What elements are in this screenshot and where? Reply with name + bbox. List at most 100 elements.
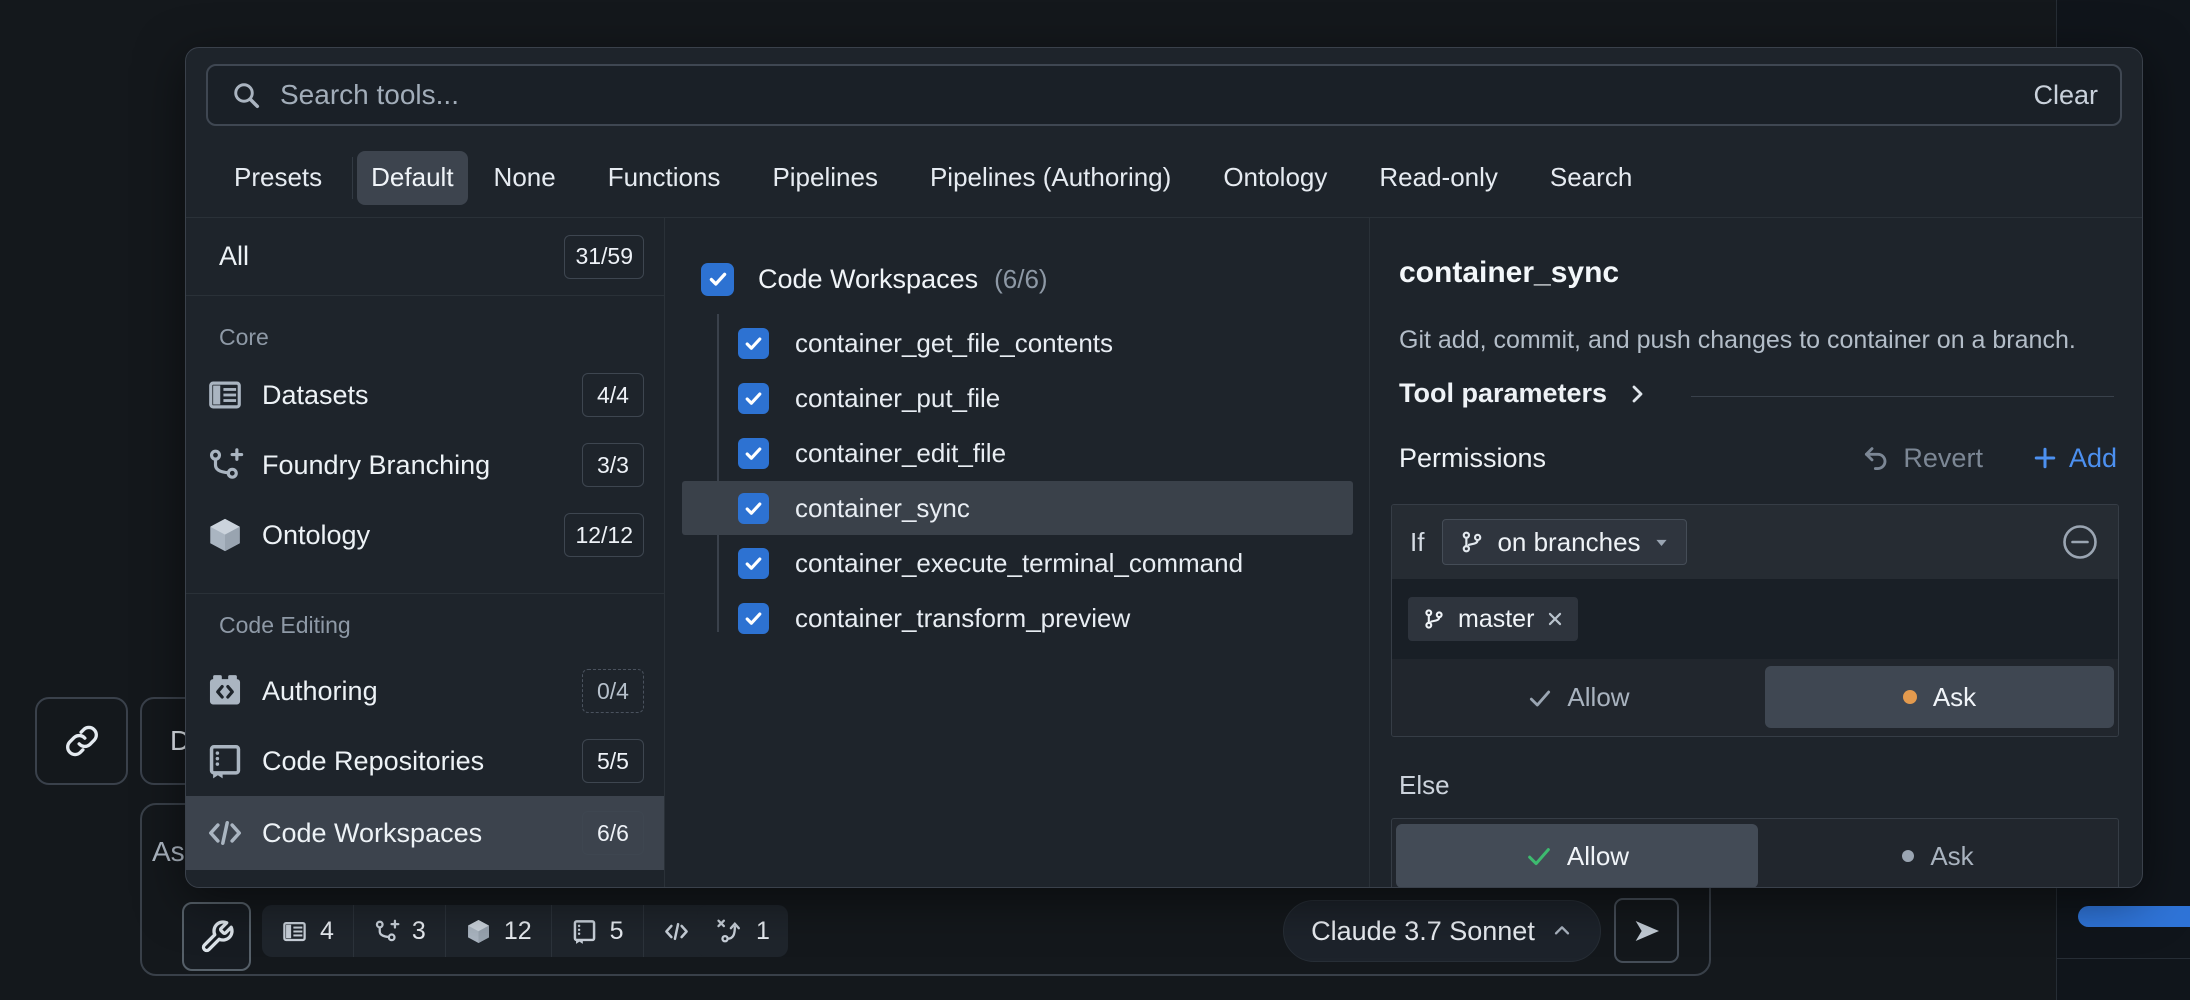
sidebar-item-code-workspaces[interactable]: Code Workspaces 6/6: [186, 796, 664, 870]
add-permission-button[interactable]: Add: [2031, 443, 2117, 474]
tab-search[interactable]: Search: [1524, 162, 1658, 193]
count-badge: 4/4: [582, 373, 644, 417]
tool-row[interactable]: container_execute_terminal_command: [682, 536, 1353, 590]
sidebar-item-foundry-branching[interactable]: Foundry Branching 3/3: [186, 430, 664, 500]
check-icon: [743, 553, 764, 574]
route-count-pill[interactable]: 1: [697, 905, 788, 957]
search-icon: [230, 79, 262, 111]
datasets-count[interactable]: 4: [262, 905, 353, 957]
chevron-up-icon: [1551, 920, 1573, 942]
ask-option[interactable]: Ask: [1758, 824, 2118, 888]
sidebar-item-code-repositories[interactable]: Code Repositories 5/5: [186, 726, 664, 796]
checkbox[interactable]: [738, 603, 769, 634]
ask-dot-icon: [1902, 850, 1914, 862]
branch-chips-row: master: [1392, 579, 2118, 659]
ask-option-selected[interactable]: Ask: [1765, 666, 2114, 728]
check-icon: [743, 388, 764, 409]
rule-condition-row: If on branches: [1392, 505, 2118, 579]
search-box[interactable]: Clear: [206, 64, 2122, 126]
checkbox[interactable]: [738, 328, 769, 359]
tool-list-panel: Code Workspaces (6/6) container_get_file…: [666, 218, 1370, 887]
allow-option[interactable]: Allow: [1392, 659, 1765, 736]
cube-icon: [206, 516, 244, 554]
checkbox[interactable]: [738, 438, 769, 469]
allow-option-selected[interactable]: Allow: [1396, 824, 1758, 888]
section-divider: [1691, 396, 2114, 397]
tool-parameters-toggle[interactable]: Tool parameters: [1399, 378, 1649, 409]
send-icon: [1631, 915, 1663, 947]
sidebar-item-authoring[interactable]: Authoring 0/4: [186, 656, 664, 726]
table-icon: [281, 918, 308, 945]
link-button[interactable]: [35, 697, 128, 785]
sidebar-item-datasets[interactable]: Datasets 4/4: [186, 360, 664, 430]
tab-pipelines-authoring[interactable]: Pipelines (Authoring): [904, 162, 1197, 193]
clear-button[interactable]: Clear: [2033, 80, 2098, 111]
send-button[interactable]: [1614, 898, 1679, 963]
screen: As D 4 3 12 5 6: [0, 0, 2190, 1000]
tool-row-selected[interactable]: container_sync: [682, 481, 1353, 535]
tool-counts-summary[interactable]: 4 3 12 5 6: [262, 905, 734, 957]
revert-button[interactable]: Revert: [1861, 443, 1983, 474]
tab-pipelines[interactable]: Pipelines: [746, 162, 904, 193]
model-selector[interactable]: Claude 3.7 Sonnet: [1283, 900, 1601, 962]
tool-group-row[interactable]: Code Workspaces (6/6): [682, 252, 1353, 306]
search-input[interactable]: [280, 79, 2033, 111]
count-badge: 3/3: [582, 443, 644, 487]
remove-rule-button[interactable]: [2060, 522, 2100, 562]
checkbox[interactable]: [738, 383, 769, 414]
branch-chip[interactable]: master: [1408, 597, 1578, 641]
count-badge: 6/6: [582, 811, 644, 855]
count-badge: 31/59: [564, 235, 644, 279]
git-branch-plus-icon: [206, 446, 244, 484]
category-sidebar: All 31/59 Core Datasets 4/4 Foundry Bran…: [186, 218, 665, 887]
branching-count[interactable]: 3: [353, 905, 445, 957]
section-label-code-editing: Code Editing: [219, 612, 351, 639]
close-icon[interactable]: [1546, 610, 1564, 628]
ask-dot-icon: [1903, 690, 1917, 704]
tab-default[interactable]: Default: [357, 151, 467, 205]
rule-action-toggle: Allow Ask: [1392, 659, 2118, 736]
tab-ontology[interactable]: Ontology: [1197, 162, 1353, 193]
preset-tab-bar: Presets Default None Functions Pipelines…: [186, 138, 2142, 218]
tab-presets[interactable]: Presets: [208, 162, 348, 193]
table-icon: [206, 376, 244, 414]
plus-icon: [2031, 444, 2059, 472]
permissions-header: Permissions Revert Add: [1399, 436, 2117, 480]
count-badge: 0/4: [582, 669, 644, 713]
cube-icon: [465, 918, 492, 945]
composer-partial-text[interactable]: As: [152, 836, 185, 868]
check-icon: [707, 268, 729, 290]
tool-row[interactable]: container_put_file: [682, 371, 1353, 425]
git-branch-icon: [1422, 607, 1446, 631]
tool-row[interactable]: container_get_file_contents: [682, 316, 1353, 370]
tab-none[interactable]: None: [468, 162, 582, 193]
check-icon: [1527, 685, 1553, 711]
repositories-count[interactable]: 5: [551, 905, 643, 957]
section-label-core: Core: [219, 324, 269, 351]
check-icon: [1525, 842, 1553, 870]
checkbox[interactable]: [738, 548, 769, 579]
tab-read-only[interactable]: Read-only: [1353, 162, 1524, 193]
git-branch-icon: [1459, 529, 1485, 555]
checkbox[interactable]: [701, 263, 734, 296]
tool-row[interactable]: container_edit_file: [682, 426, 1353, 480]
undo-icon: [1861, 443, 1891, 473]
partial-blue-button[interactable]: [2078, 906, 2190, 927]
git-repo-icon: [206, 742, 244, 780]
sidebar-item-ontology[interactable]: Ontology 12/12: [186, 500, 664, 570]
check-icon: [743, 443, 764, 464]
chevron-down-icon: [1653, 534, 1670, 551]
else-rule-card: Allow Ask: [1391, 818, 2119, 888]
tool-row[interactable]: container_transform_preview: [682, 591, 1353, 645]
check-icon: [743, 333, 764, 354]
tools-button[interactable]: [182, 902, 251, 971]
check-icon: [743, 498, 764, 519]
tab-separator: [352, 157, 353, 199]
permission-rule-card: If on branches master: [1391, 504, 2119, 737]
tab-functions[interactable]: Functions: [582, 162, 747, 193]
ontology-count[interactable]: 12: [445, 905, 551, 957]
condition-dropdown[interactable]: on branches: [1442, 519, 1686, 565]
checkbox[interactable]: [738, 493, 769, 524]
link-icon: [63, 722, 101, 760]
sidebar-item-all[interactable]: All 31/59: [186, 218, 664, 296]
